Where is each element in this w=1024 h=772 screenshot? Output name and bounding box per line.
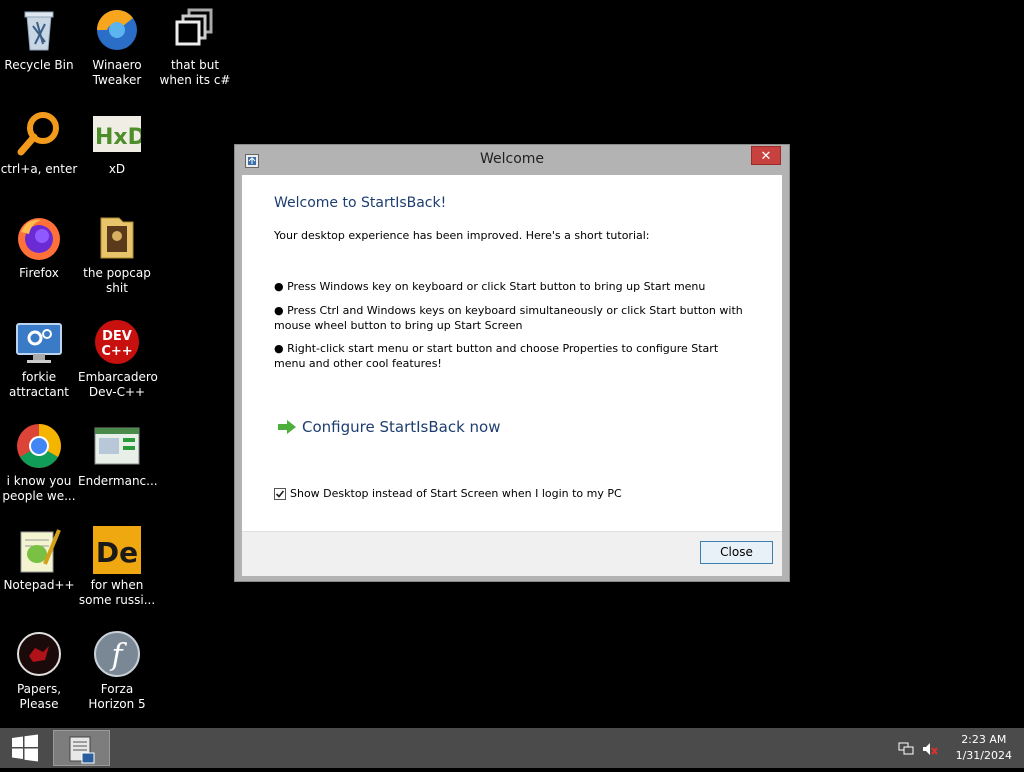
folder-icon: [93, 214, 141, 262]
svg-text:HxD: HxD: [95, 125, 141, 150]
dialog-title: Welcome: [479, 151, 545, 167]
clock-time: 2:23 AM: [961, 733, 1007, 746]
svg-text:DEV: DEV: [102, 329, 132, 344]
desktop-icon-label: Recycle Bin: [4, 58, 74, 72]
taskbar: 2:23 AM 1/31/2024: [0, 728, 1024, 768]
start-button[interactable]: [0, 728, 50, 768]
taskbar-item-startisback[interactable]: [53, 730, 110, 766]
recycle-bin-icon: [15, 6, 63, 54]
desktop-icon-label: forkie attractant: [8, 370, 70, 399]
desktop-icon-hxd[interactable]: HxD xD: [78, 110, 156, 177]
chrome-icon: [15, 422, 63, 470]
desktop-icon-chrome[interactable]: i know you people we...: [0, 422, 78, 504]
app-window-icon: [69, 736, 95, 764]
desktop-icon-label: Firefox: [19, 266, 59, 280]
arrow-right-icon: [278, 420, 296, 434]
window-icon: [93, 422, 141, 470]
dev-cpp-icon: DEV C++: [93, 318, 141, 366]
desktop-icon-label: Forza Horizon 5: [88, 682, 146, 711]
windows-logo-icon: [12, 734, 38, 762]
show-desktop-checkbox[interactable]: [274, 487, 286, 500]
close-icon[interactable]: ✕: [751, 146, 781, 165]
desktop-icon-label: i know you people we...: [2, 474, 76, 503]
clock[interactable]: 2:23 AM 1/31/2024: [956, 732, 1012, 764]
desktop-icon-notepad-plus-plus[interactable]: Notepad++: [0, 526, 78, 593]
checkmark-icon: [275, 489, 285, 498]
desktop-icon-forza-horizon-5[interactable]: f Forza Horizon 5: [78, 630, 156, 712]
firefox-icon: [15, 214, 63, 262]
network-icon[interactable]: [898, 741, 914, 755]
svg-text:C++: C++: [101, 344, 132, 359]
desktop-icon-recycle-bin[interactable]: Recycle Bin: [0, 6, 78, 73]
svg-text:De: De: [96, 536, 138, 569]
desktop-icon-winaero-tweaker[interactable]: Winaero Tweaker: [78, 6, 156, 88]
tutorial-bullet: ● Press Ctrl and Windows keys on keyboar…: [274, 304, 743, 332]
desktop-icon-ctrl-a-enter[interactable]: ctrl+a, enter: [0, 110, 78, 177]
welcome-dialog: Welcome ✕ Welcome to StartIsBack! Your d…: [234, 144, 790, 582]
desktop-icon-firefox[interactable]: Firefox: [0, 214, 78, 281]
desktop-icon-endermanch[interactable]: Endermanc...: [78, 422, 158, 489]
desktop-icon-for-when-some-russi[interactable]: De for when some russi...: [78, 526, 156, 608]
desktop-icon-label: the popcap shit: [83, 266, 151, 295]
desktop-icon-label: for when some russi...: [78, 578, 156, 607]
desktop-icon-papers-please[interactable]: Papers, Please: [0, 630, 78, 712]
winaero-tweaker-icon: [93, 6, 141, 54]
configure-link-label: Configure StartIsBack now: [302, 418, 501, 436]
desktop-icon-label: xD: [108, 162, 126, 176]
de-icon: De: [93, 526, 141, 574]
desktop-icon-label: Winaero Tweaker: [92, 58, 142, 87]
hxd-icon: HxD: [93, 110, 146, 158]
dialog-titlebar[interactable]: Welcome ✕: [235, 145, 789, 175]
dialog-headline: Welcome to StartIsBack!: [274, 195, 447, 211]
tutorial-bullet: ● Right-click start menu or start button…: [274, 342, 719, 370]
desktop-icon-label: Notepad++: [3, 578, 75, 592]
desktop-icon-dev-cpp[interactable]: DEV C++ Embarcadero Dev-C++: [78, 318, 158, 400]
dialog-intro: Your desktop experience has been improve…: [274, 229, 650, 242]
clock-date: 1/31/2024: [955, 749, 1012, 762]
desktop-icon-label: Embarcadero Dev-C++: [78, 370, 158, 399]
checkbox-label: Show Desktop instead of Start Screen whe…: [290, 487, 622, 500]
magnifier-icon: [15, 110, 63, 158]
papers-please-icon: [15, 630, 63, 678]
notepad-plus-plus-icon: [15, 526, 63, 574]
desktop-icon-forkie-attractant[interactable]: forkie attractant: [0, 318, 78, 400]
tutorial-bullet: ● Press Windows key on keyboard or click…: [274, 280, 706, 293]
monitor-settings-icon: [15, 318, 63, 366]
desktop-icon-label: that but when its c#: [159, 58, 231, 87]
desktop-icon-label: ctrl+a, enter: [0, 162, 78, 176]
volume-muted-icon[interactable]: [922, 741, 938, 755]
flash-icon: f: [93, 630, 141, 678]
stacked-windows-icon: [171, 6, 219, 54]
desktop-icon-label: Papers, Please: [16, 682, 62, 711]
dialog-footer: Close: [242, 531, 782, 576]
desktop-icon-label: Endermanc...: [78, 474, 158, 488]
desktop-icon-that-but-when[interactable]: that but when its c#: [156, 6, 234, 88]
desktop-icon-the-popcap-shit[interactable]: the popcap shit: [78, 214, 156, 296]
configure-link[interactable]: Configure StartIsBack now: [278, 418, 501, 436]
show-desktop-option[interactable]: Show Desktop instead of Start Screen whe…: [274, 487, 622, 500]
close-button[interactable]: Close: [700, 541, 773, 564]
dialog-content: Welcome to StartIsBack! Your desktop exp…: [242, 175, 782, 576]
